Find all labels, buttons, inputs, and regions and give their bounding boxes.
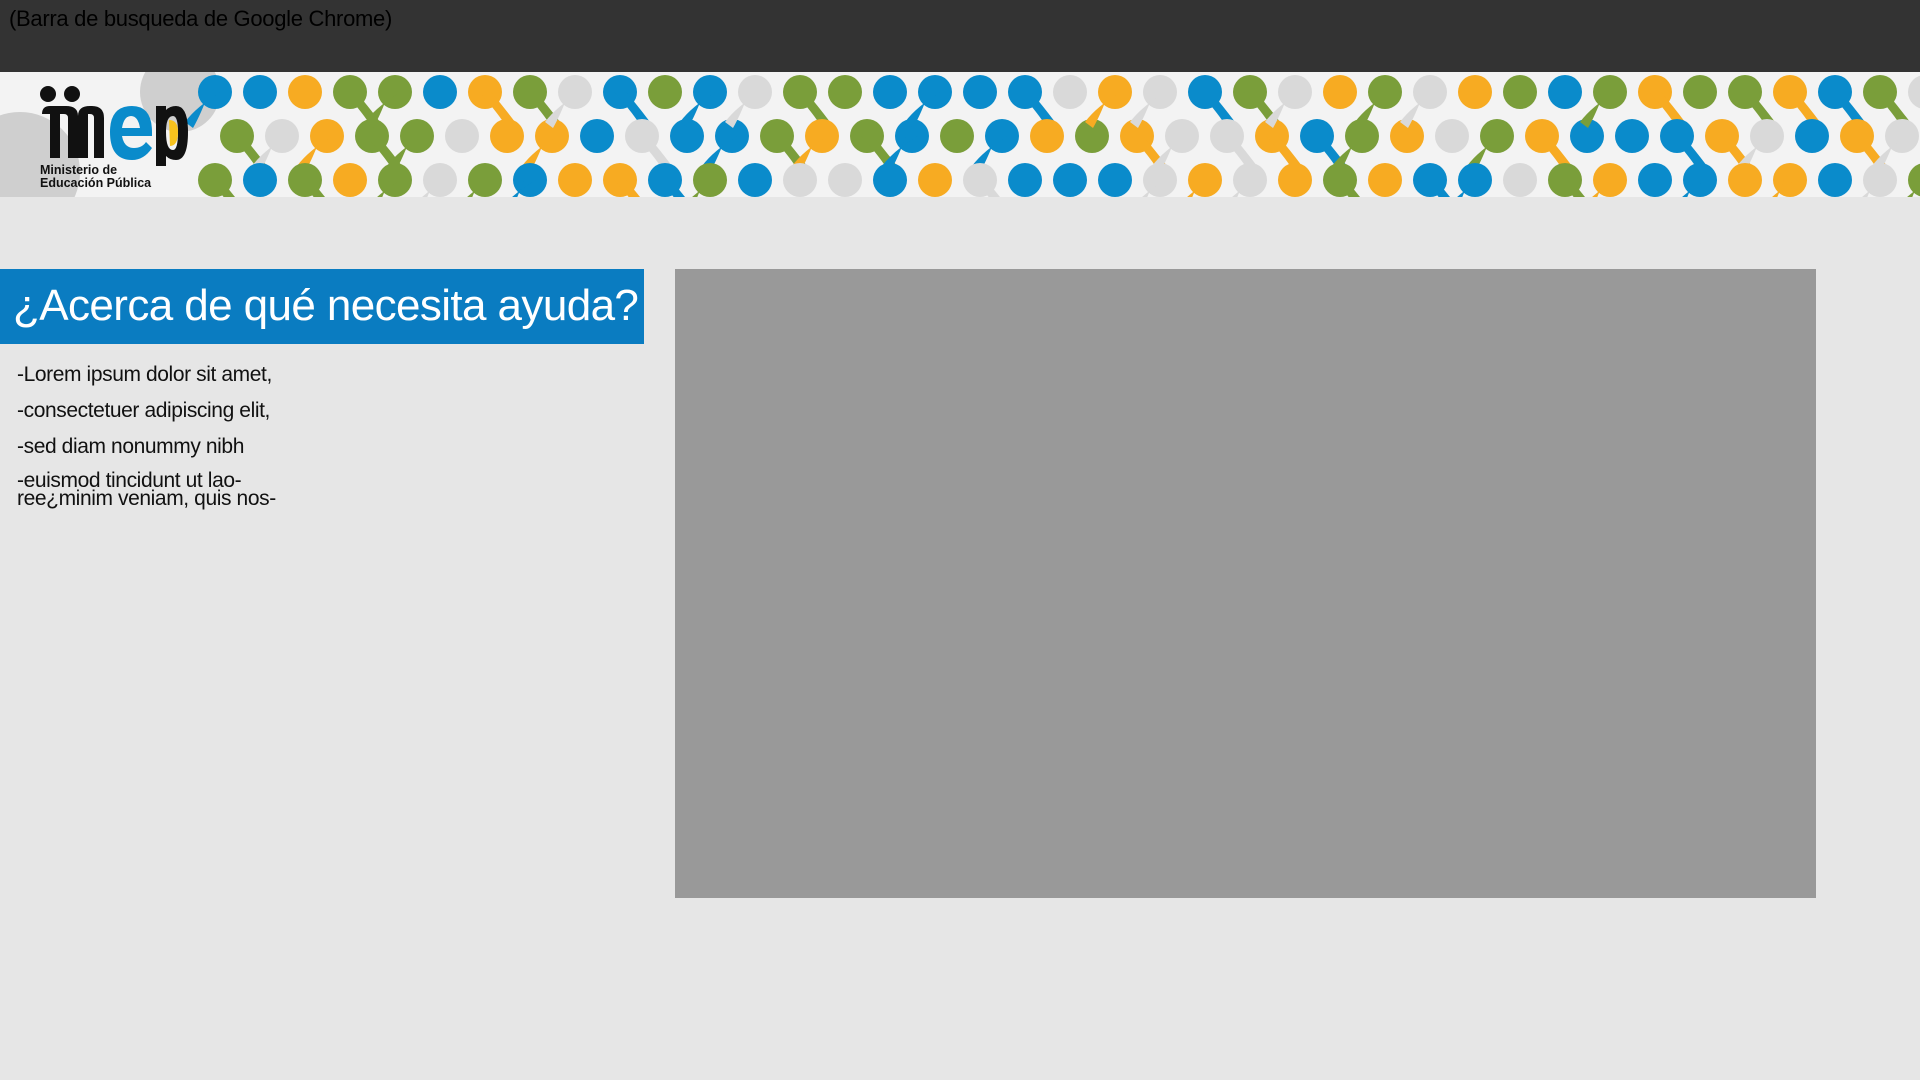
banner-pattern-blob: [828, 75, 862, 109]
banner-pattern-blob: [1548, 75, 1582, 109]
banner-pattern-blob: [1503, 75, 1537, 109]
banner-pattern-blob: [243, 163, 277, 197]
banner-pattern-blob: [905, 75, 952, 128]
banner-pattern-blob: [288, 163, 325, 197]
banner-pattern-blob: [1457, 163, 1492, 197]
help-topic-item[interactable]: -Lorem ipsum dolor sit amet,: [17, 364, 317, 386]
banner-pattern-blob: [1615, 119, 1649, 153]
header-banner: Ministerio de Educación Pública: [0, 72, 1920, 197]
banner-pattern-blob: [1435, 119, 1469, 153]
banner-pattern-blob: [1400, 75, 1447, 128]
banner-pattern-blob: [365, 75, 412, 128]
banner-pattern-blob: [1862, 163, 1897, 197]
banner-pattern-blob: [1795, 119, 1829, 153]
banner-pattern-blob: [333, 163, 367, 197]
help-topic-item[interactable]: -euismod tincidunt ut lao­ree¿minim veni…: [17, 470, 317, 509]
banner-pattern-blob: [1548, 163, 1585, 197]
banner-pattern-blob: [918, 163, 952, 197]
banner-pattern-blob: [490, 119, 524, 153]
help-title-bar: ¿Acerca de qué necesita ayuda?: [0, 269, 644, 344]
banner-pattern-blob: [873, 163, 907, 197]
banner-pattern-blob: [1053, 75, 1087, 109]
banner-pattern-blob: [512, 163, 547, 197]
banner-pattern-blob: [423, 75, 457, 109]
mep-wordmark: [40, 86, 188, 166]
banner-pattern-blob: [1907, 163, 1920, 197]
browser-search-bar: (Barra de busqueda de Google Chrome): [0, 0, 1920, 72]
banner-pattern-blob: [783, 163, 817, 197]
banner-pattern-blob: [680, 75, 727, 128]
banner-pattern-blob: [940, 119, 974, 153]
banner-pattern-blob: [1130, 75, 1177, 128]
banner-pattern-blob: [1908, 75, 1920, 109]
banner-pattern-blob: [1278, 163, 1312, 197]
banner-pattern-blob: [873, 75, 907, 109]
banner-pattern-blob: [243, 75, 277, 109]
logo-subtitle-line2: Educación Pública: [40, 176, 152, 190]
banner-pattern-blob: [828, 163, 862, 197]
banner-pattern-blob: [738, 163, 772, 197]
banner-pattern-blob: [725, 75, 772, 128]
banner-pattern-blob: [1187, 163, 1222, 197]
banner-pattern: [0, 72, 1920, 197]
help-title: ¿Acerca de qué necesita ayuda?: [13, 281, 639, 330]
banner-pattern-blob: [1232, 163, 1267, 197]
banner-pattern-blob: [603, 163, 640, 197]
banner-pattern-blob: [648, 75, 682, 109]
banner-pattern-blob: [1503, 163, 1537, 197]
banner-pattern-blob: [1682, 163, 1717, 197]
banner-pattern-blob: [1142, 163, 1177, 197]
help-topic-item[interactable]: -sed diam nonummy nibh: [17, 436, 317, 458]
banner-pattern-blob: [1098, 163, 1132, 197]
banner-pattern-blob: [580, 119, 614, 153]
banner-pattern-blob: [558, 163, 592, 197]
banner-pattern-blob: [1053, 163, 1087, 197]
banner-pattern-blob: [1683, 75, 1717, 109]
banner-pattern-blob: [445, 119, 479, 153]
banner-pattern-blob: [1728, 163, 1762, 197]
banner-pattern-blob: [1085, 75, 1132, 128]
banner-pattern-blob: [467, 163, 502, 197]
banner-pattern-blob: [648, 163, 685, 197]
banner-pattern-blob: [1772, 163, 1807, 197]
banner-pattern-blob: [1580, 75, 1627, 128]
banner-pattern-blob: [1323, 163, 1360, 197]
banner-pattern-blob: [1030, 119, 1064, 153]
banner-pattern-blob: [1458, 75, 1492, 109]
banner-pattern-blob: [1413, 163, 1450, 197]
banner-pattern-blob: [422, 163, 457, 197]
banner-pattern-blob: [1265, 75, 1312, 128]
banner-pattern-blob: [545, 75, 592, 128]
banner-pattern-blob: [1368, 163, 1402, 197]
content-placeholder-panel: [675, 269, 1816, 898]
mep-logo[interactable]: Ministerio de Educación Pública: [28, 80, 198, 190]
mep-logo-subtitle: Ministerio de Educación Pública: [40, 164, 151, 190]
browser-bar-label: (Barra de busqueda de Google Chrome): [9, 6, 392, 31]
banner-pattern-blob: [1323, 75, 1357, 109]
banner-pattern-blob: [963, 75, 997, 109]
banner-pattern-blob: [1638, 163, 1672, 197]
banner-pattern-blob: [198, 163, 235, 197]
help-topic-item[interactable]: -consectetuer adipiscing elit,: [17, 400, 317, 422]
banner-pattern-blob: [1592, 163, 1627, 197]
banner-pattern-blob: [1008, 163, 1042, 197]
banner-pattern-blob: [692, 163, 727, 197]
help-topics-list: -Lorem ipsum dolor sit amet, -consectetu…: [17, 364, 317, 522]
banner-pattern-blob: [963, 163, 1000, 197]
banner-pattern-blob: [1355, 75, 1402, 128]
banner-pattern-blob: [288, 75, 322, 109]
banner-pattern-blob: [1818, 163, 1852, 197]
banner-pattern-blob: [377, 163, 412, 197]
